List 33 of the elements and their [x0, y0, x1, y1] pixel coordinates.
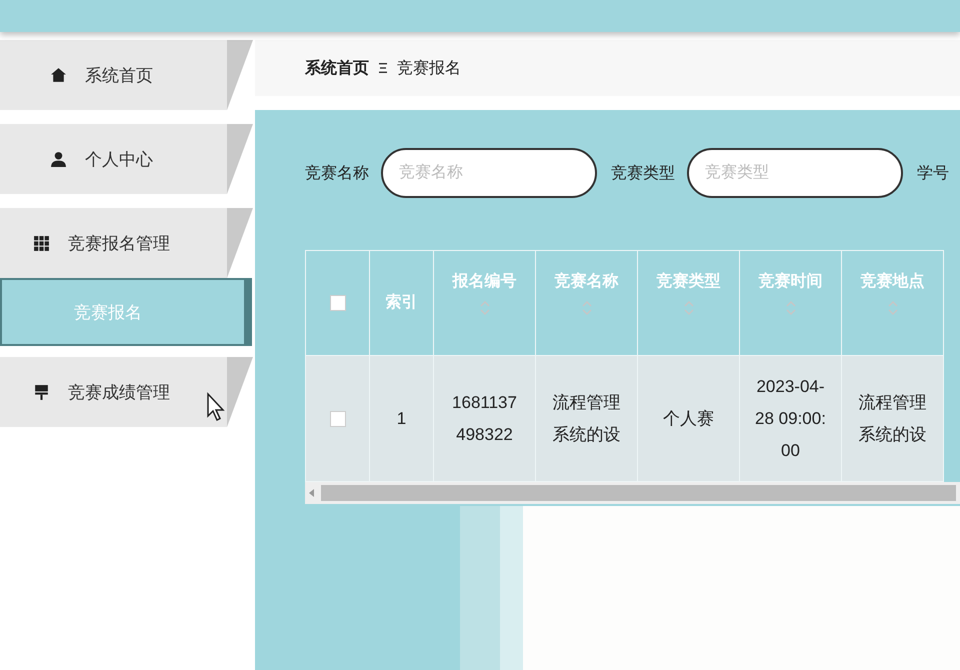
column-header[interactable]: 报名编号 [434, 250, 536, 356]
sort-icon[interactable] [888, 300, 898, 316]
grid-icon [33, 234, 50, 252]
column-header: 索引 [370, 250, 434, 356]
search-field[interactable]: 竞赛名称 [381, 148, 597, 198]
column-header[interactable]: 竞赛类型 [638, 250, 740, 356]
column-header[interactable]: 竞赛地点 [842, 250, 944, 356]
sort-icon[interactable] [582, 300, 592, 316]
sidebar-item[interactable]: 个人中心 [0, 124, 253, 194]
sidebar-item[interactable]: 系统首页 [0, 40, 253, 110]
sort-icon[interactable] [480, 300, 490, 316]
sort-icon[interactable] [684, 300, 694, 316]
column-header[interactable]: 竞赛时间 [740, 250, 842, 356]
sidebar-item[interactable]: 竞赛成绩管理 [0, 357, 253, 427]
separator-icon [379, 62, 387, 74]
scroll-left-icon[interactable] [309, 489, 315, 497]
sidebar-item[interactable]: 竞赛报名管理 [0, 208, 253, 278]
breadcrumb-link[interactable]: 系统首页 [305, 58, 369, 78]
field-label: 竞赛类型 [611, 164, 675, 184]
sidebar-subitem[interactable]: 竞赛报名 [0, 278, 252, 346]
search-field[interactable]: 竞赛类型 [687, 148, 903, 198]
select-all-checkbox[interactable] [330, 294, 346, 310]
breadcrumb-current: 竞赛报名 [397, 58, 461, 78]
field-label: 竞赛名称 [305, 164, 369, 184]
horizontal-scrollbar[interactable] [305, 482, 960, 504]
row-checkbox[interactable] [330, 410, 346, 426]
mouse-cursor-icon [206, 392, 226, 422]
sort-icon[interactable] [786, 300, 796, 316]
stamp-icon [33, 384, 50, 400]
home-icon [50, 66, 67, 84]
column-header[interactable]: 竞赛名称 [536, 250, 638, 356]
person-icon [50, 150, 67, 168]
field-label: 学号 [917, 164, 949, 184]
